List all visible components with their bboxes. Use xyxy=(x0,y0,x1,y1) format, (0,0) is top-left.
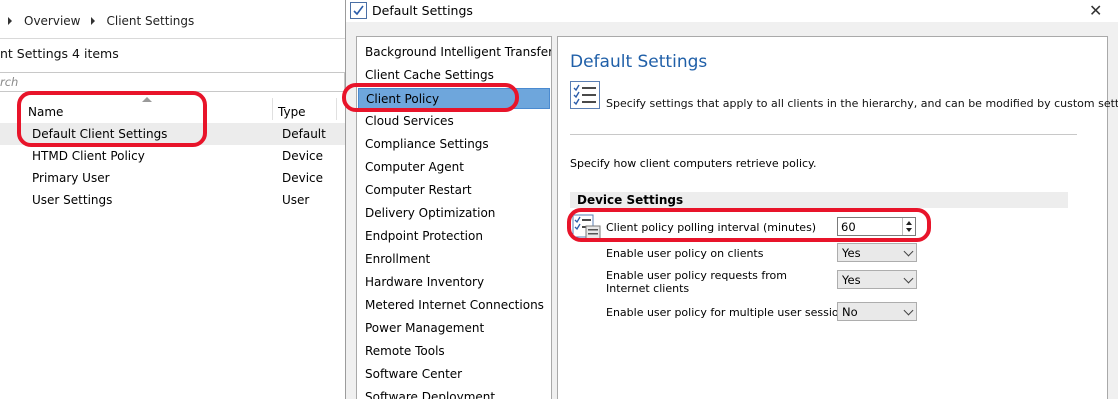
settings-nav: Background Intelligent Transfer Client C… xyxy=(356,36,552,399)
chevron-down-icon xyxy=(903,273,914,284)
dropdown-value: Yes xyxy=(842,273,861,287)
row-name: Primary User xyxy=(32,171,110,185)
nav-item-computer-agent[interactable]: Computer Agent xyxy=(358,157,550,178)
nav-item-metered-internet-connections[interactable]: Metered Internet Connections xyxy=(358,295,550,316)
stepper-value: 60 xyxy=(841,220,856,234)
settings-content: Default Settings Specify settings that a… xyxy=(557,36,1118,399)
stepper-buttons xyxy=(902,218,915,235)
row-type: Device xyxy=(282,149,324,163)
checklist-icon xyxy=(570,81,600,109)
divider xyxy=(570,134,1077,135)
settings-list-icon xyxy=(572,214,602,240)
search-input[interactable]: rch xyxy=(0,72,345,92)
spinner-down-icon[interactable] xyxy=(906,228,912,232)
row-name: Default Client Settings xyxy=(32,127,168,141)
console-pane: Overview Client Settings nt Settings 4 i… xyxy=(0,0,345,399)
setting-label-polling-interval: Client policy polling interval (minutes) xyxy=(606,221,817,234)
breadcrumb-overview[interactable]: Overview xyxy=(24,14,81,28)
table-row[interactable]: Primary User Device xyxy=(0,167,345,189)
list-header: Name Type xyxy=(0,96,345,124)
setting-label-multiple-sessions: Enable user policy for multiple user ses… xyxy=(606,306,852,319)
page-title: Default Settings xyxy=(570,52,708,72)
row-type: Device xyxy=(282,171,324,185)
checklist-icon xyxy=(350,2,367,19)
row-name: User Settings xyxy=(32,193,113,207)
nav-item-computer-restart[interactable]: Computer Restart xyxy=(358,180,550,201)
table-row[interactable]: Default Client Settings Default xyxy=(0,123,345,145)
close-icon[interactable]: ✕ xyxy=(1089,1,1102,20)
dialog-titlebar[interactable]: Default Settings ✕ xyxy=(346,0,1118,22)
polling-interval-stepper[interactable]: 60 xyxy=(837,217,916,236)
multiple-sessions-dropdown[interactable]: No xyxy=(837,302,917,321)
column-header-type[interactable]: Type xyxy=(278,105,306,119)
group-header: Device Settings xyxy=(570,192,1068,208)
group-title: Device Settings xyxy=(577,193,684,207)
nav-item-client-cache-settings[interactable]: Client Cache Settings xyxy=(358,65,550,86)
row-type: User xyxy=(282,193,310,207)
table-row[interactable]: HTMD Client Policy Device xyxy=(0,145,345,167)
screen: Overview Client Settings nt Settings 4 i… xyxy=(0,0,1118,399)
nav-item-enrollment[interactable]: Enrollment xyxy=(358,249,550,270)
nav-item-hardware-inventory[interactable]: Hardware Inventory xyxy=(358,272,550,293)
dropdown-value: No xyxy=(842,305,858,319)
column-header-name[interactable]: Name xyxy=(28,105,63,119)
dialog-title: Default Settings xyxy=(372,3,473,18)
nav-item-cloud-services[interactable]: Cloud Services xyxy=(358,111,550,132)
setting-label-enable-user-policy: Enable user policy on clients xyxy=(606,247,764,260)
chevron-down-icon xyxy=(903,305,914,316)
dropdown-value: Yes xyxy=(842,246,861,260)
search-placeholder: rch xyxy=(0,75,19,89)
breadcrumb: Overview Client Settings xyxy=(0,10,345,32)
breadcrumb-arrow-icon xyxy=(8,17,12,25)
nav-item-background-intelligent-transfer[interactable]: Background Intelligent Transfer xyxy=(358,42,551,63)
divider xyxy=(0,38,345,39)
nav-item-software-center[interactable]: Software Center xyxy=(358,364,550,385)
chevron-down-icon xyxy=(903,246,914,257)
row-type: Default xyxy=(282,127,326,141)
enable-user-policy-dropdown[interactable]: Yes xyxy=(837,243,917,262)
nav-item-software-deployment[interactable]: Software Deployment xyxy=(358,387,550,399)
table-row[interactable]: User Settings User xyxy=(0,189,345,211)
nav-item-endpoint-protection[interactable]: Endpoint Protection xyxy=(358,226,550,247)
setting-label-internet-clients: Enable user policy requests from Interne… xyxy=(606,269,787,295)
breadcrumb-arrow-icon xyxy=(90,17,95,25)
nav-item-power-management[interactable]: Power Management xyxy=(358,318,550,339)
nav-item-delivery-optimization[interactable]: Delivery Optimization xyxy=(358,203,550,224)
nav-item-compliance-settings[interactable]: Compliance Settings xyxy=(358,134,550,155)
column-divider[interactable] xyxy=(272,98,273,120)
list-title: nt Settings 4 items xyxy=(0,46,119,61)
internet-clients-dropdown[interactable]: Yes xyxy=(837,270,917,289)
nav-item-client-policy[interactable]: Client Policy xyxy=(358,88,550,109)
breadcrumb-client-settings[interactable]: Client Settings xyxy=(107,14,195,28)
section-description: Specify how client computers retrieve po… xyxy=(570,157,817,170)
nav-item-remote-tools[interactable]: Remote Tools xyxy=(358,341,550,362)
sort-ascending-icon xyxy=(142,97,152,102)
default-settings-dialog: Default Settings ✕ Background Intelligen… xyxy=(345,0,1118,399)
page-description: Specify settings that apply to all clien… xyxy=(606,97,1118,110)
row-name: HTMD Client Policy xyxy=(32,149,145,163)
spinner-up-icon[interactable] xyxy=(906,221,912,225)
column-divider[interactable] xyxy=(336,98,337,120)
